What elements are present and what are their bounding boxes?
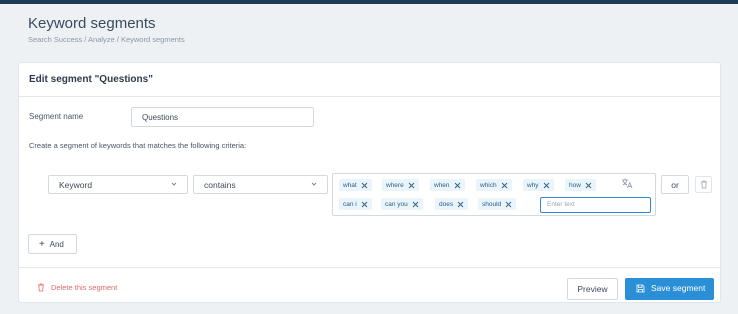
breadcrumb[interactable]: Search Success / Analyze / Keyword segme… xyxy=(28,35,185,44)
tag-label: when xyxy=(434,181,450,189)
close-icon[interactable] xyxy=(505,201,512,208)
close-icon[interactable] xyxy=(543,182,550,189)
close-icon[interactable] xyxy=(457,201,464,208)
plus-icon: + xyxy=(39,239,45,250)
delete-segment-label: Delete this segment xyxy=(51,283,118,292)
card-header: Edit segment "Questions" xyxy=(19,63,720,97)
tag-text-input[interactable]: Enter text xyxy=(540,197,651,213)
close-icon[interactable] xyxy=(361,182,368,189)
criteria-description: Create a segment of keywords that matche… xyxy=(29,141,247,150)
card-title: Edit segment "Questions" xyxy=(29,74,153,85)
tag-chip: where xyxy=(382,179,419,191)
close-icon[interactable] xyxy=(408,182,415,189)
delete-segment-link[interactable]: Delete this segment xyxy=(37,283,117,292)
tag-chip: when xyxy=(430,179,465,191)
close-icon[interactable] xyxy=(585,182,592,189)
tag-chip: should xyxy=(478,198,517,210)
tag-label: what xyxy=(343,181,357,189)
tag-label: can i xyxy=(343,200,357,208)
preview-button[interactable]: Preview xyxy=(567,278,618,300)
trash-icon xyxy=(38,283,44,292)
page-title: Keyword segments xyxy=(28,15,156,32)
card-footer: Delete this segment Preview Save segment xyxy=(19,267,720,304)
trash-icon xyxy=(701,180,707,189)
segment-name-input[interactable]: Questions xyxy=(131,107,314,127)
field-select-value: Keyword xyxy=(59,180,93,190)
tag-chip: why xyxy=(523,179,554,191)
operator-select-value: contains xyxy=(204,180,236,190)
and-button-label: And xyxy=(49,240,64,249)
field-select[interactable]: Keyword xyxy=(48,175,188,194)
tag-chip: what xyxy=(339,179,372,191)
save-segment-button[interactable]: Save segment xyxy=(625,278,714,300)
close-icon[interactable] xyxy=(501,182,508,189)
edit-segment-card: Edit segment "Questions" Segment name Qu… xyxy=(18,62,721,303)
top-bar xyxy=(0,0,738,4)
language-icon[interactable] xyxy=(621,177,633,189)
tag-chip: does xyxy=(435,198,469,210)
segment-name-label: Segment name xyxy=(29,112,84,121)
tag-label: where xyxy=(386,181,404,189)
save-segment-label: Save segment xyxy=(651,283,706,293)
keyword-tag-input[interactable]: what where when which why how can i can … xyxy=(332,173,656,216)
or-button[interactable]: or xyxy=(661,175,689,194)
tag-label: can you xyxy=(385,200,408,208)
tag-chip: which xyxy=(476,179,512,191)
close-icon[interactable] xyxy=(361,201,368,208)
tag-label: does xyxy=(439,200,454,208)
save-icon xyxy=(636,284,645,293)
chevron-down-icon xyxy=(171,182,177,186)
add-and-condition-button[interactable]: + And xyxy=(28,234,77,254)
close-icon[interactable] xyxy=(412,201,419,208)
operator-select[interactable]: contains xyxy=(193,175,328,194)
tag-label: which xyxy=(480,181,497,189)
tag-label: how xyxy=(569,181,581,189)
remove-condition-button[interactable] xyxy=(695,176,712,193)
close-icon[interactable] xyxy=(454,182,461,189)
tag-chip: can i xyxy=(339,198,372,210)
tag-label: should xyxy=(482,200,502,208)
chevron-down-icon xyxy=(311,182,317,186)
tag-chip: can you xyxy=(381,198,423,210)
tag-chip: how xyxy=(565,179,596,191)
tag-label: why xyxy=(527,181,539,189)
